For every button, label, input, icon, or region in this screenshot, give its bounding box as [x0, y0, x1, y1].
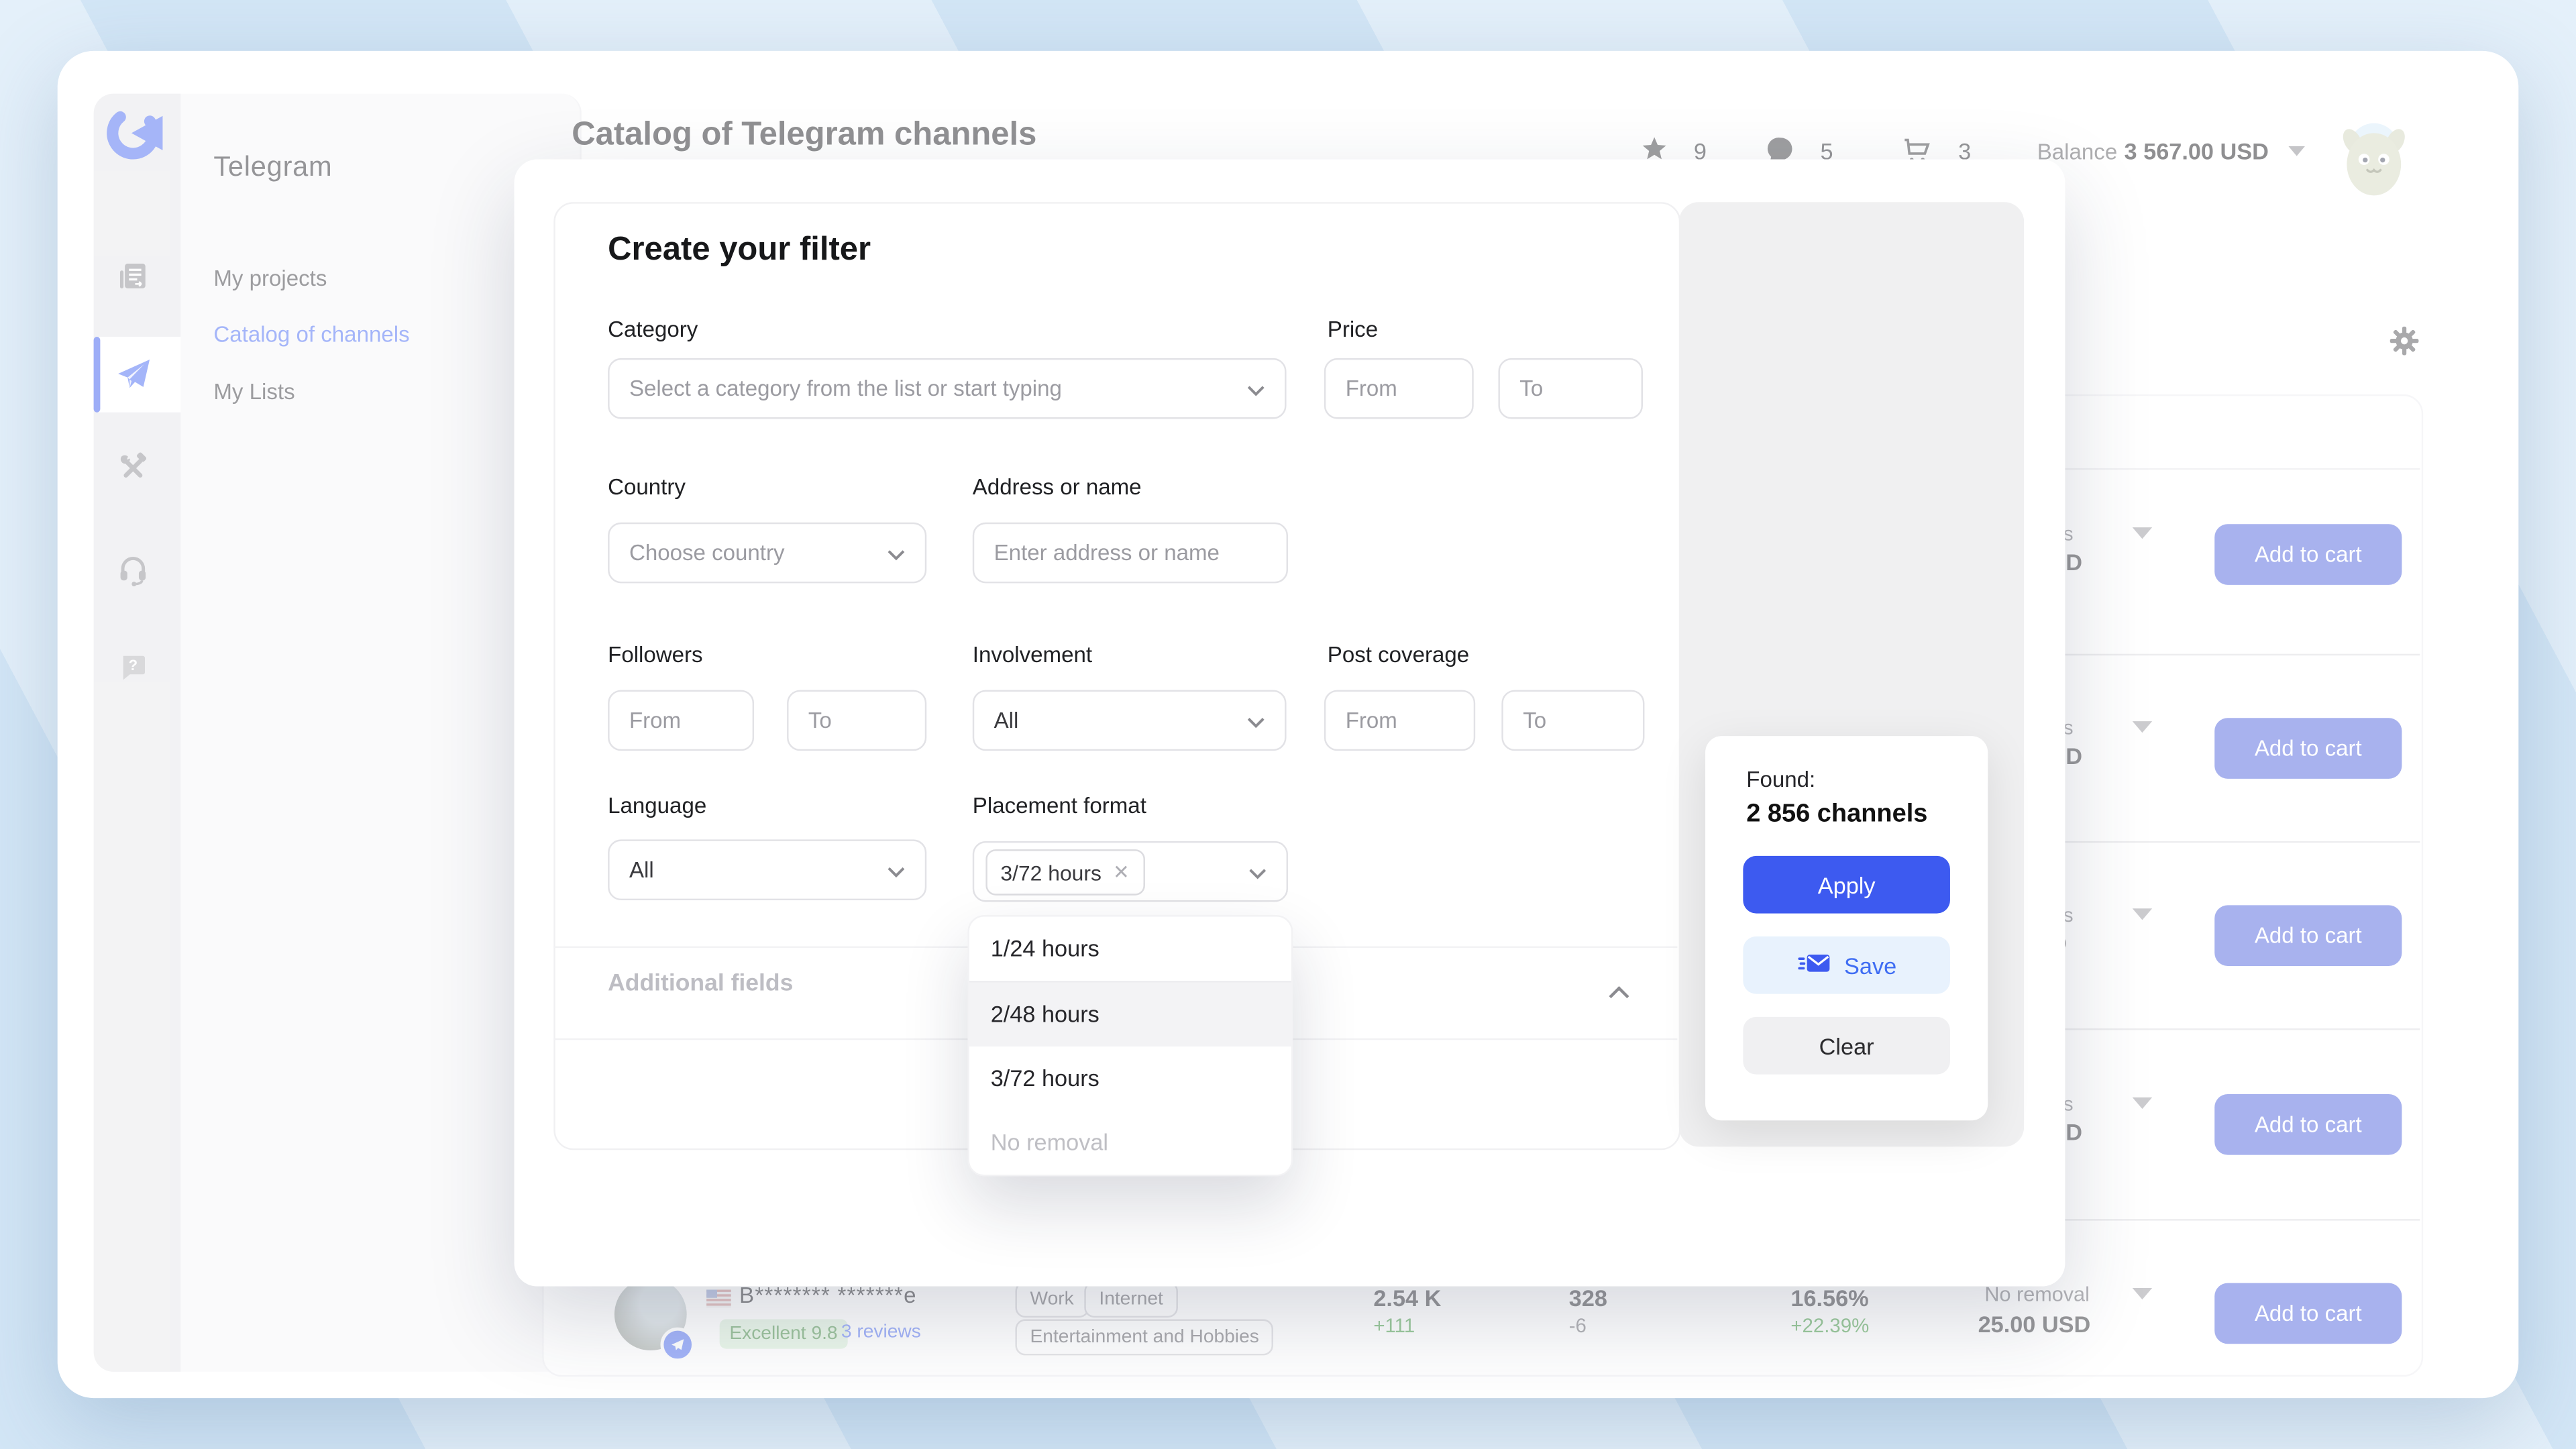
- add-to-cart-button[interactable]: Add to cart: [2214, 905, 2402, 966]
- row-expand-caret-icon[interactable]: [2133, 527, 2152, 539]
- save-button[interactable]: Save: [1743, 936, 1950, 994]
- save-envelope-icon: [1796, 951, 1831, 980]
- dropdown-option[interactable]: No removal: [969, 1111, 1291, 1175]
- my-projects-icon[interactable]: [117, 260, 150, 301]
- sidebar-item-catalog-of-channels[interactable]: Catalog of channels: [213, 322, 409, 347]
- language-select[interactable]: All: [608, 839, 926, 900]
- telegram-badge-icon: [660, 1328, 694, 1362]
- category-select[interactable]: Select a category from the list or start…: [608, 358, 1286, 419]
- add-to-cart-button[interactable]: Add to cart: [2214, 718, 2402, 779]
- placement-format-label: Placement format: [973, 794, 1146, 818]
- price-label: Price: [1328, 317, 1378, 342]
- followers-from-input[interactable]: [608, 690, 754, 751]
- balance-value[interactable]: 3 567.00 USD: [2125, 138, 2269, 164]
- sidebar-active-indicator: [94, 337, 101, 413]
- language-label: Language: [608, 794, 706, 818]
- help-icon[interactable]: ?: [118, 652, 148, 690]
- add-to-cart-button[interactable]: Add to cart: [2214, 1283, 2402, 1344]
- results-card: Found: 2 856 channels Apply Save Clear: [1705, 736, 1988, 1120]
- followers-label: Followers: [608, 643, 702, 667]
- table-settings-gear-icon[interactable]: [2389, 325, 2420, 365]
- dropdown-option[interactable]: 3/72 hours: [969, 1046, 1291, 1111]
- country-label: Country: [608, 475, 686, 500]
- involvement-value: 328: [1569, 1285, 1607, 1311]
- question-mark-glyph: ?: [129, 657, 138, 674]
- reviews-link[interactable]: 3 reviews: [841, 1322, 921, 1342]
- address-input[interactable]: [973, 523, 1288, 584]
- add-to-cart-button[interactable]: Add to cart: [2214, 524, 2402, 585]
- chevron-down-icon: [1248, 859, 1267, 884]
- balance-caret-icon[interactable]: [2288, 146, 2304, 156]
- tools-icon[interactable]: [117, 451, 150, 492]
- chevron-down-icon: [887, 857, 905, 882]
- app-logo-icon[interactable]: [103, 103, 162, 170]
- chevron-down-icon: [1247, 376, 1265, 401]
- brand-name: Telegram: [213, 151, 332, 184]
- involvement-delta: -6: [1569, 1314, 1587, 1337]
- followers-delta: +111: [1373, 1314, 1415, 1337]
- followers-to-input[interactable]: [787, 690, 926, 751]
- post-coverage-to-input[interactable]: [1501, 690, 1644, 751]
- post-coverage-from-input[interactable]: [1324, 690, 1475, 751]
- rating-badge: Excellent 9.8: [720, 1320, 848, 1349]
- chevron-up-icon[interactable]: [1609, 977, 1630, 1007]
- involvement-select[interactable]: All: [973, 690, 1287, 751]
- chevron-down-icon: [1247, 708, 1265, 733]
- dropdown-option[interactable]: 2/48 hours: [969, 982, 1291, 1046]
- row-expand-caret-icon[interactable]: [2133, 1288, 2152, 1299]
- category-label: Category: [608, 317, 698, 342]
- apply-button[interactable]: Apply: [1743, 856, 1950, 914]
- dropdown-option[interactable]: 1/24 hours: [969, 917, 1291, 983]
- found-label: Found:: [1746, 767, 1815, 792]
- country-flag-icon: [706, 1287, 731, 1316]
- placement-format-value: No removal: [1984, 1283, 2090, 1306]
- placement-selected-chip[interactable]: 3/72 hours ✕: [985, 849, 1144, 896]
- involvement-label: Involvement: [973, 643, 1092, 667]
- followers-value: 2.54 K: [1373, 1285, 1441, 1311]
- post-coverage-label: Post coverage: [1328, 643, 1469, 667]
- modal-title: Create your filter: [608, 231, 871, 269]
- page-title: Catalog of Telegram channels: [572, 117, 1036, 154]
- support-headset-icon[interactable]: [117, 553, 150, 594]
- coverage-delta: +22.39%: [1790, 1314, 1869, 1337]
- address-label: Address or name: [973, 475, 1142, 500]
- category-tag: Work: [1015, 1281, 1088, 1318]
- chevron-down-icon: [887, 541, 905, 566]
- found-channels-count: 2 856 channels: [1746, 800, 1927, 830]
- price-value: 25.00 USD: [1978, 1311, 2091, 1337]
- price-to-input[interactable]: [1498, 358, 1643, 419]
- sidebar-item-my-projects[interactable]: My projects: [213, 266, 327, 291]
- channel-name[interactable]: B******** *******e: [739, 1283, 917, 1308]
- clear-button[interactable]: Clear: [1743, 1017, 1950, 1075]
- sidebar-item-my-lists[interactable]: My Lists: [213, 380, 294, 405]
- add-to-cart-button[interactable]: Add to cart: [2214, 1094, 2402, 1155]
- price-from-input[interactable]: [1324, 358, 1474, 419]
- additional-fields-label: Additional fields: [608, 971, 793, 997]
- coverage-value: 16.56%: [1790, 1285, 1868, 1311]
- user-avatar[interactable]: [2331, 115, 2416, 209]
- row-expand-caret-icon[interactable]: [2133, 1097, 2152, 1109]
- category-tag: Internet: [1084, 1281, 1178, 1318]
- row-expand-caret-icon[interactable]: [2133, 908, 2152, 920]
- row-expand-caret-icon[interactable]: [2133, 721, 2152, 733]
- category-tag: Entertainment and Hobbies: [1015, 1320, 1273, 1356]
- catalog-of-channels-icon[interactable]: [115, 355, 152, 401]
- chip-remove-icon[interactable]: ✕: [1113, 863, 1130, 882]
- placement-format-dropdown: 1/24 hours 2/48 hours 3/72 hours No remo…: [967, 915, 1293, 1176]
- country-select[interactable]: Choose country: [608, 523, 926, 584]
